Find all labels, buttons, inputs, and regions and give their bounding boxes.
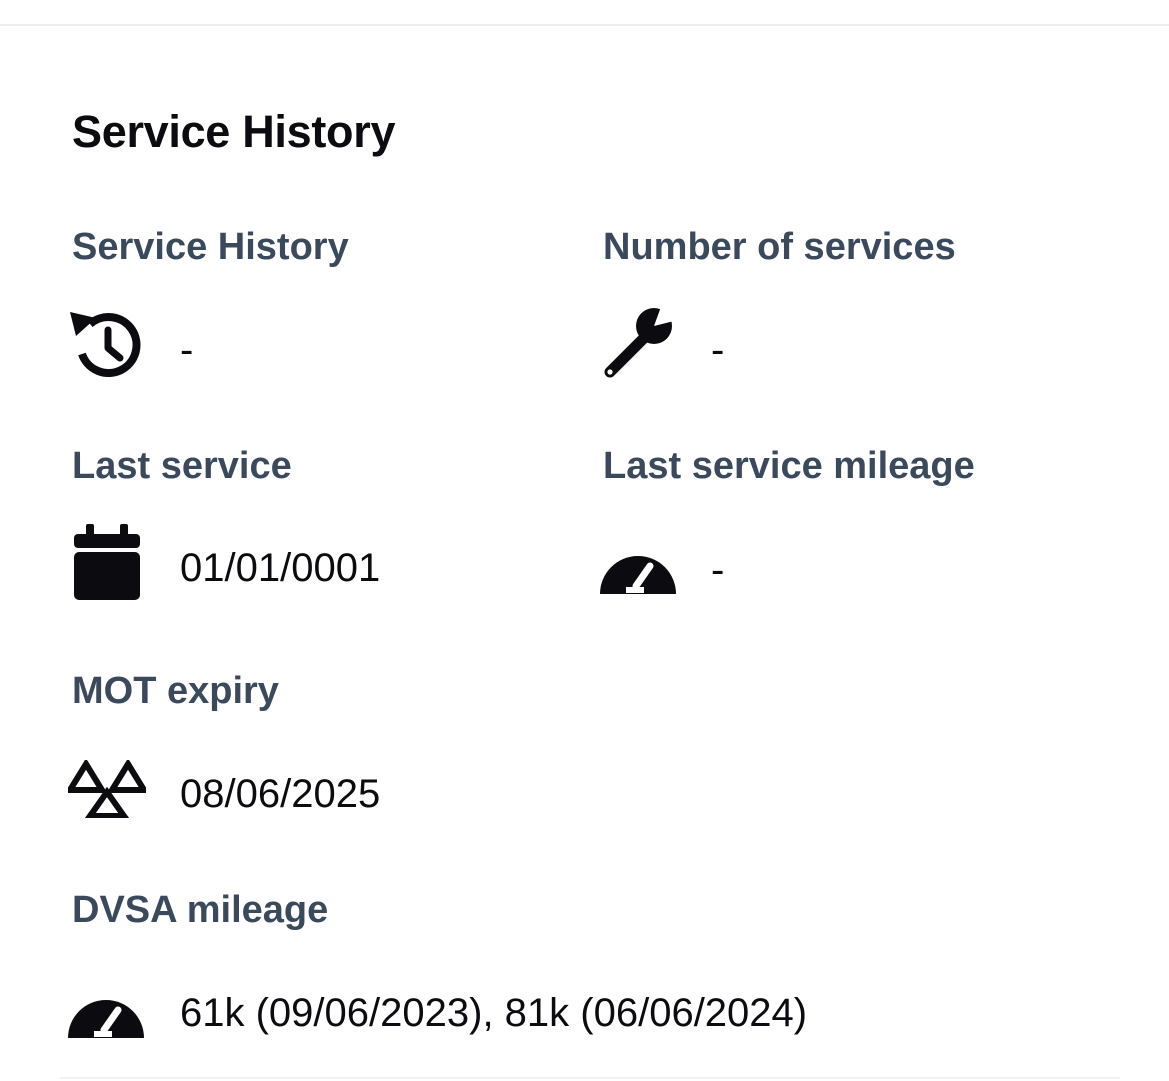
field-label: MOT expiry [72,670,279,712]
wrench-icon [598,304,678,384]
history-icon [68,306,146,384]
field-value: - [711,328,725,372]
field-value: - [711,548,725,592]
section-title: Service History [72,106,396,157]
bottom-divider [60,1077,1120,1079]
field-label: Last service [72,445,292,487]
speedometer-icon [68,978,144,1038]
top-divider [0,0,1169,26]
field-label: Number of services [603,226,956,268]
field-value: 08/06/2025 [180,772,381,816]
field-label: Service History [72,226,349,268]
field-value: - [180,328,194,372]
speedometer-icon [600,534,676,594]
field-value: 01/01/0001 [180,546,381,590]
field-label: DVSA mileage [72,889,329,931]
mot-triangles-icon [68,760,146,818]
calendar-icon [72,524,142,602]
field-label: Last service mileage [603,445,975,487]
field-value: 61k (09/06/2023), 81k (06/06/2024) [180,991,808,1035]
